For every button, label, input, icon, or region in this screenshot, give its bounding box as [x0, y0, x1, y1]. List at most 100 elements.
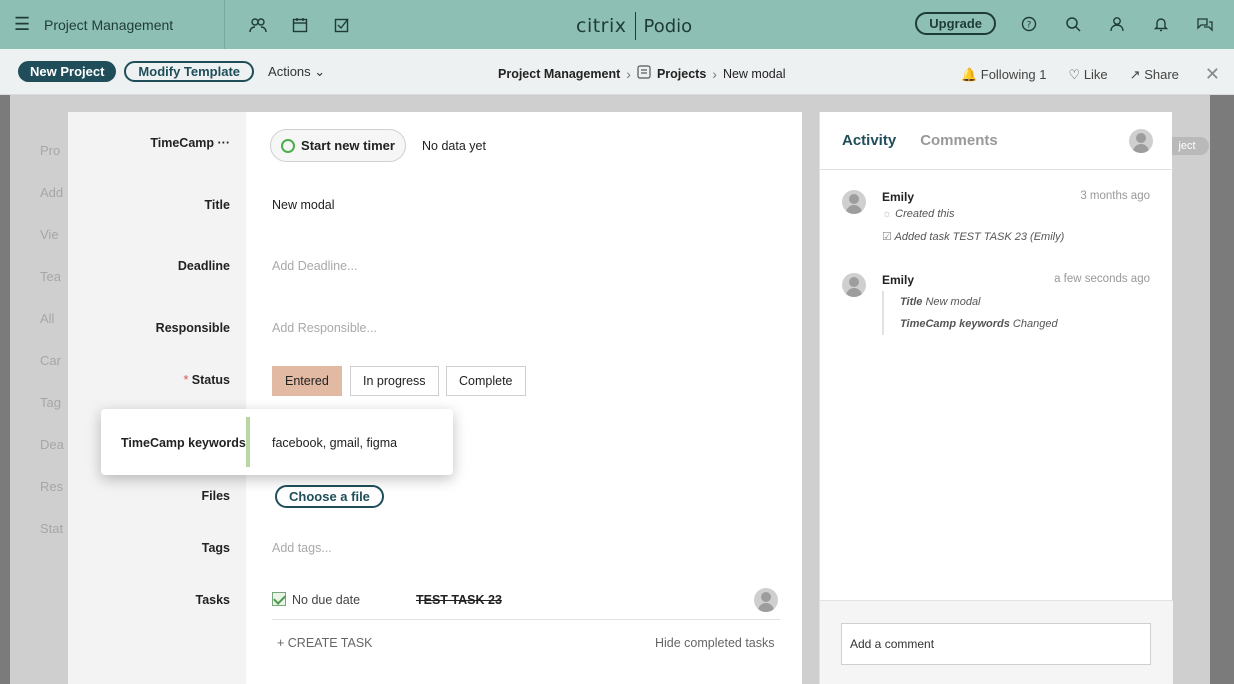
upgrade-button[interactable]: Upgrade: [915, 12, 996, 35]
task-row[interactable]: No due date TEST TASK 23: [272, 588, 780, 620]
topbar-divider: [224, 0, 225, 49]
svg-text:?: ?: [1027, 20, 1032, 30]
breadcrumb: Project Management › Projects › New moda…: [498, 65, 785, 82]
change-row: Title New modal: [900, 291, 1058, 313]
new-project-button[interactable]: New Project: [18, 61, 117, 82]
checkbox-icon: ☑: [882, 231, 892, 243]
citrix-podio-logo[interactable]: citrix Podio: [576, 12, 692, 40]
calendar-icon[interactable]: [289, 14, 311, 36]
close-icon[interactable]: ✕: [1205, 64, 1220, 85]
chevron-right-icon: ›: [626, 65, 631, 82]
activity-tabs: Activity Comments: [842, 132, 998, 149]
status-option-in-progress[interactable]: In progress: [350, 366, 439, 396]
tab-activity[interactable]: Activity: [842, 132, 896, 149]
tasks-label: Tasks: [195, 593, 230, 607]
breadcrumb-item: New modal: [722, 66, 786, 81]
app-icon: [637, 65, 651, 82]
timecamp-keywords-label: TimeCamp keywords: [121, 436, 246, 450]
share-button[interactable]: ↗ Share: [1130, 67, 1179, 83]
timer-button-label: Start new timer: [301, 138, 395, 153]
bell-icon[interactable]: [1150, 13, 1172, 35]
responsible-field[interactable]: Add Responsible...: [272, 321, 377, 335]
divider: [820, 169, 1173, 170]
activity-user[interactable]: Emily: [882, 190, 914, 204]
activity-time: 3 months ago: [1080, 190, 1150, 202]
choose-file-button[interactable]: Choose a file: [275, 485, 384, 508]
share-icon: ↗: [1129, 66, 1141, 82]
hide-completed-tasks-link[interactable]: Hide completed tasks: [655, 636, 775, 650]
timecamp-label[interactable]: TimeCamp ···: [68, 136, 230, 150]
activity-panel: Activity Comments Emily 3 months ago ☼ C…: [819, 112, 1173, 684]
user-icon[interactable]: [1106, 13, 1128, 35]
bg-label: Vie: [40, 227, 59, 242]
task-due-date[interactable]: No due date: [292, 593, 360, 607]
people-icon[interactable]: [247, 14, 269, 36]
logo-separator: [634, 12, 636, 40]
like-button[interactable]: ♡ Like: [1069, 67, 1108, 83]
timecamp-keywords-row: TimeCamp keywords facebook, gmail, figma: [101, 409, 453, 475]
topbar-icon-group: [247, 14, 353, 36]
share-label: Share: [1144, 66, 1179, 82]
change-value: New modal: [925, 296, 981, 308]
following-count: 1: [1039, 66, 1047, 82]
activity-line: ☼ Created this: [882, 208, 954, 220]
timer-status: No data yet: [422, 139, 486, 153]
avatar[interactable]: [842, 190, 866, 214]
change-value: Changed: [1012, 318, 1058, 330]
bg-label: Pro: [40, 143, 61, 158]
bg-label: Stat: [40, 521, 64, 536]
modify-template-button[interactable]: Modify Template: [124, 61, 255, 82]
bell-filled-icon: 🔔: [960, 66, 978, 82]
background-labels: Pro Add Vie Tea All Car Tag Dea Res Stat: [40, 130, 64, 550]
task-name[interactable]: TEST TASK 23: [416, 593, 502, 607]
hamburger-icon[interactable]: ☰: [14, 14, 38, 35]
sun-icon: ☼: [882, 208, 893, 220]
status-option-complete[interactable]: Complete: [446, 366, 526, 396]
activity-entry: Emily a few seconds ago Title New modal …: [842, 273, 1152, 335]
status-option-entered[interactable]: Entered: [272, 366, 342, 396]
files-label: Files: [201, 489, 231, 503]
activity-entry: Emily 3 months ago ☼ Created this ☑ Adde…: [842, 190, 1152, 250]
top-navigation-bar: ☰ Project Management citrix Podio Upgrad…: [0, 0, 1234, 49]
title-field[interactable]: New modal: [272, 198, 335, 212]
task-checkbox[interactable]: [272, 592, 286, 606]
change-field: TimeCamp keywords: [900, 318, 1010, 330]
search-icon[interactable]: [1062, 13, 1084, 35]
current-user-avatar[interactable]: [1129, 129, 1153, 153]
activity-time: a few seconds ago: [1054, 273, 1150, 285]
logo-product: Podio: [643, 15, 693, 37]
topbar-right-group: Upgrade ?: [915, 12, 1216, 35]
tab-comments[interactable]: Comments: [920, 132, 998, 149]
chat-icon[interactable]: [1194, 13, 1216, 35]
following-button[interactable]: 🔔 Following 1: [961, 67, 1047, 83]
create-task-button[interactable]: + CREATE TASK: [277, 636, 373, 650]
timecamp-keywords-field[interactable]: facebook, gmail, figma: [272, 436, 397, 450]
task-assignee-avatar[interactable]: [754, 588, 778, 612]
activity-line: ☑ Added task TEST TASK 23 (Emily): [882, 230, 1064, 243]
avatar[interactable]: [842, 273, 866, 297]
comment-input[interactable]: Add a comment: [841, 623, 1151, 665]
activity-user[interactable]: Emily: [882, 273, 914, 287]
bg-label: Res: [40, 479, 64, 494]
breadcrumb-workspace[interactable]: Project Management: [498, 67, 620, 81]
start-timer-button[interactable]: Start new timer: [270, 129, 406, 162]
responsible-label: Responsible: [155, 321, 230, 335]
tags-label: Tags: [201, 541, 230, 555]
actions-label: Actions: [268, 63, 311, 79]
status-label: * Status: [68, 373, 230, 387]
change-row: TimeCamp keywords Changed: [900, 313, 1058, 335]
change-field: Title: [900, 296, 923, 308]
actions-dropdown[interactable]: Actions ⌄: [268, 64, 325, 80]
required-marker: *: [183, 373, 189, 387]
help-icon[interactable]: ?: [1018, 13, 1040, 35]
following-label: Following: [980, 66, 1036, 82]
tags-field[interactable]: Add tags...: [272, 541, 332, 555]
app-toolbar: New Project Modify Template Actions ⌄ Pr…: [0, 49, 1234, 95]
workspace-title[interactable]: Project Management: [44, 17, 224, 33]
deadline-field[interactable]: Add Deadline...: [272, 259, 357, 273]
chevron-down-icon: ⌄: [314, 63, 326, 79]
title-label: Title: [204, 198, 230, 212]
checkbox-icon[interactable]: [331, 14, 353, 36]
breadcrumb-app[interactable]: Projects: [657, 67, 706, 81]
bg-label: Add: [40, 185, 64, 200]
